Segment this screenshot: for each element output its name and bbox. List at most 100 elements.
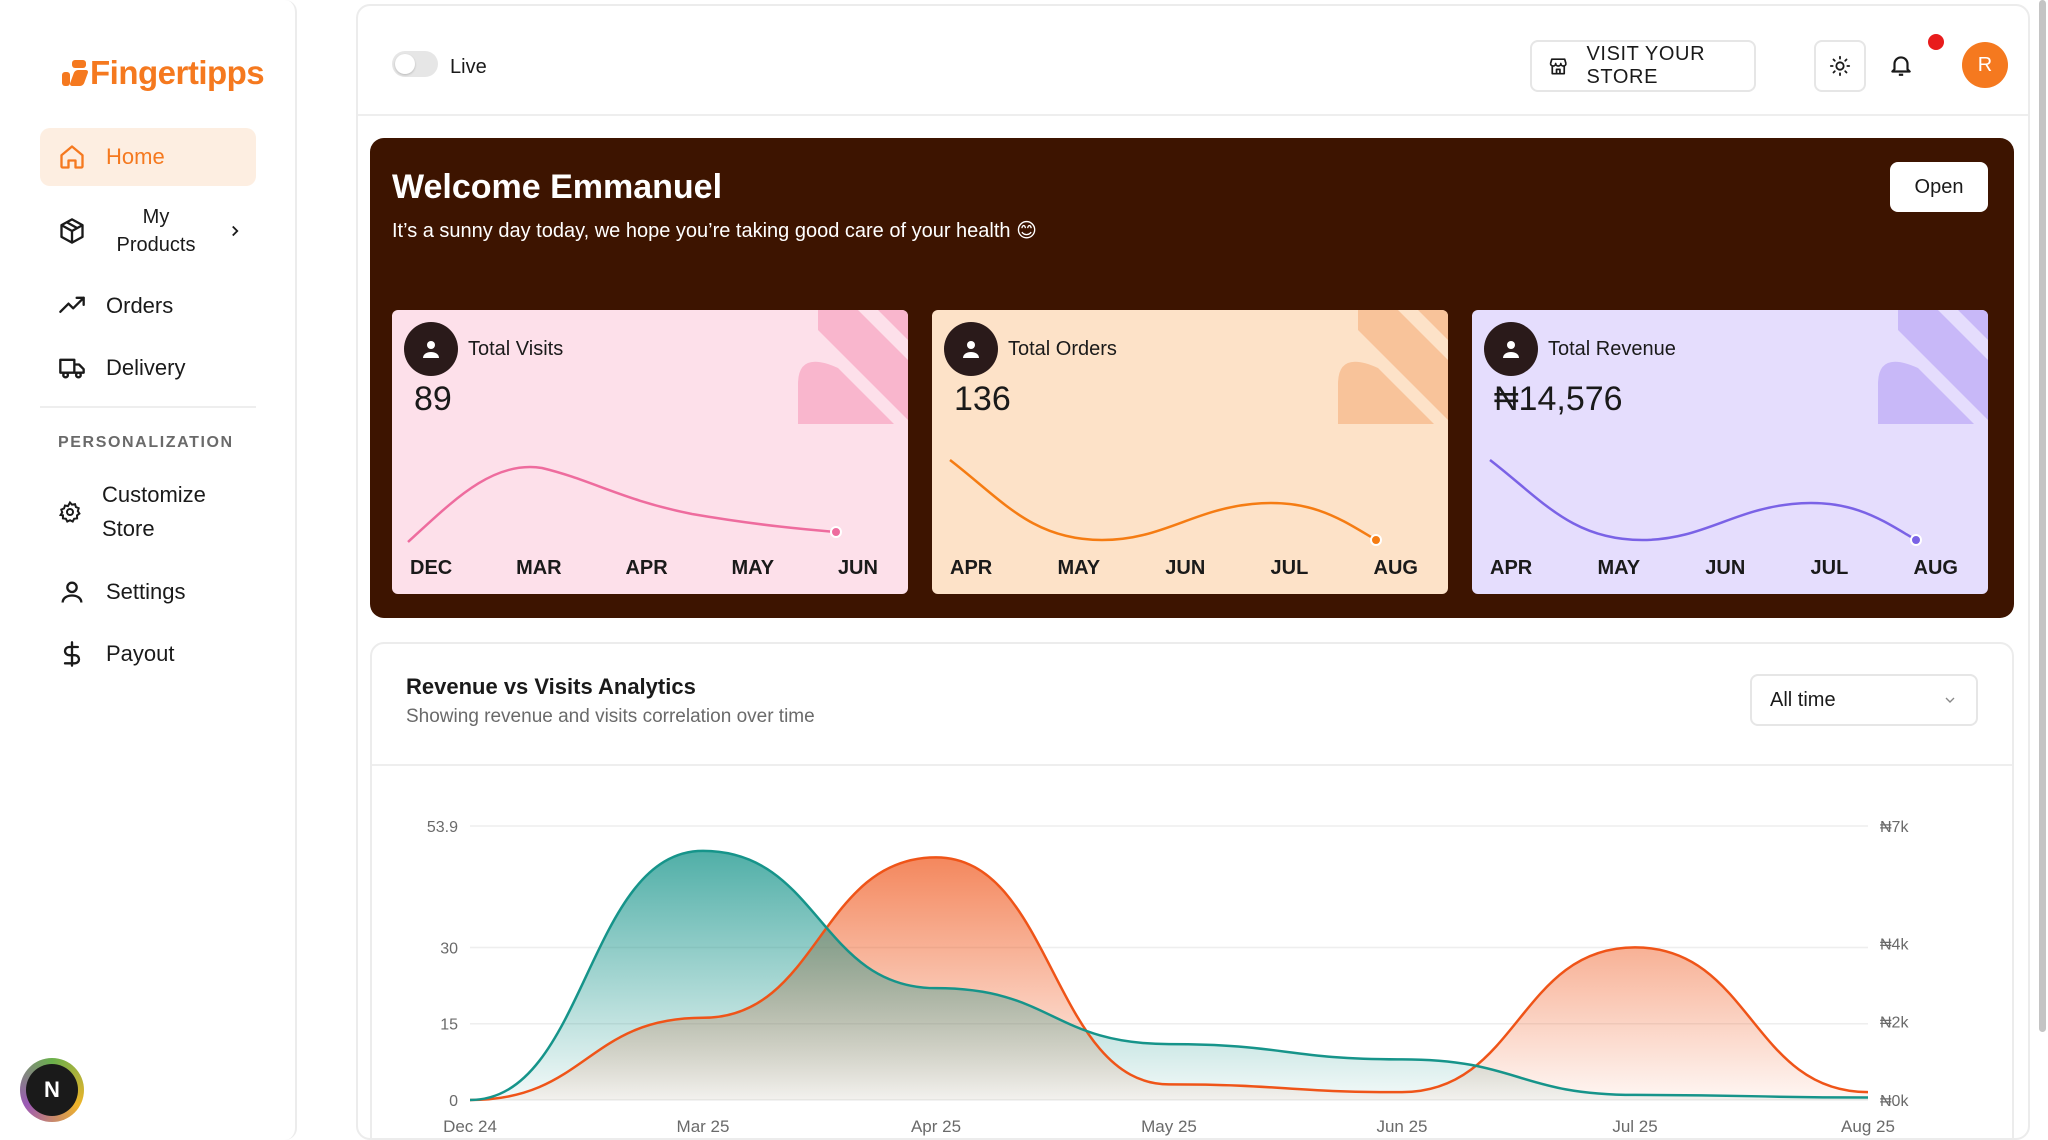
month-label: APR <box>625 557 668 579</box>
sidebar-item-home[interactable]: Home <box>40 128 256 186</box>
sun-icon <box>1829 55 1851 77</box>
sidebar-item-settings[interactable]: Settings <box>40 572 256 612</box>
dollar-icon <box>63 641 81 667</box>
user-icon <box>944 322 998 376</box>
chevron-down-icon <box>1945 697 1955 703</box>
visit-store-label: VISIT YOUR STORE <box>1586 43 1706 88</box>
month-label: AUG <box>1373 557 1418 579</box>
sidebar-section-label: PERSONALIZATION <box>58 434 234 451</box>
time-range-select[interactable]: All time <box>1750 674 1978 726</box>
x-axis-tick: Aug 25 <box>1841 1117 1895 1136</box>
right-axis-tick: ₦2k <box>1880 1015 1909 1032</box>
logo-text: Fingertipps <box>90 54 265 91</box>
avatar[interactable]: R <box>1962 42 2008 88</box>
stat-card-visits[interactable]: Total Visits 89 DEC MAR APR MAY JUN <box>392 310 908 594</box>
sparkline <box>1489 459 1922 546</box>
analytics-card: Revenue vs Visits Analytics Showing reve… <box>370 642 2014 1138</box>
scrollbar-thumb[interactable] <box>2039 0 2046 1032</box>
month-label: JUN <box>837 557 878 579</box>
live-label: Live <box>450 56 487 78</box>
sidebar: Fingertipps Home My Products Orders Deli… <box>0 0 297 1140</box>
page-scrollbar[interactable] <box>2036 0 2048 1140</box>
dev-badge-letter: N <box>26 1064 78 1116</box>
store-icon <box>1549 58 1567 75</box>
sidebar-item-orders[interactable]: Orders <box>40 286 256 326</box>
stat-card-revenue[interactable]: Total Revenue ₦14,576 APR MAY JUN JUL AU… <box>1472 310 1988 594</box>
x-axis-tick: May 25 <box>1141 1117 1197 1136</box>
right-axis-tick: ₦7k <box>1880 819 1909 836</box>
stat-months: APR MAY JUN JUL AUG <box>1490 557 1958 580</box>
analytics-title: Revenue vs Visits Analytics <box>406 674 696 699</box>
main-panel: Live VISIT YOUR STORE R Welcome Emmanuel… <box>356 4 2030 1140</box>
revenue-visits-chart: 53.9 30 15 0 ₦7k ₦4k ₦2k ₦0k Dec 24 Mar 25 Apr 25 M… <box>427 819 1910 1136</box>
sparkline <box>949 459 1382 546</box>
x-axis-tick: Jul 25 <box>1612 1117 1657 1136</box>
stat-label: Total Revenue <box>1548 338 1676 360</box>
card-decoration <box>1338 310 1448 424</box>
chevron-right-icon <box>232 225 239 237</box>
month-label: APR <box>950 557 993 579</box>
user-icon <box>61 581 83 603</box>
package-icon <box>60 218 84 244</box>
welcome-title: Welcome Emmanuel <box>392 168 723 206</box>
truck-icon <box>59 358 85 379</box>
stat-label: Total Orders <box>1008 338 1117 360</box>
left-axis-tick: 53.9 <box>427 819 458 836</box>
x-axis-tick: Apr 25 <box>911 1117 961 1136</box>
sidebar-divider <box>40 406 256 408</box>
month-label: DEC <box>410 557 453 579</box>
x-axis-tick: Mar 25 <box>677 1117 730 1136</box>
month-label: JUN <box>1705 557 1746 579</box>
home-icon <box>60 145 84 169</box>
user-icon <box>404 322 458 376</box>
app: Fingertipps Home My Products Orders Deli… <box>0 0 2048 1140</box>
card-decoration <box>1878 310 1988 424</box>
welcome-subtitle: It’s a sunny day today, we hope you’re t… <box>392 220 1037 242</box>
visit-store-button[interactable]: VISIT YOUR STORE <box>1530 40 1756 92</box>
sidebar-item-payout[interactable]: Payout <box>40 634 256 674</box>
right-axis-tick: ₦4k <box>1880 936 1909 953</box>
bell-icon[interactable] <box>1888 52 1914 78</box>
gear-icon <box>58 500 81 523</box>
logo[interactable]: Fingertipps <box>62 54 265 92</box>
sidebar-item-customize-store[interactable]: Customize Store <box>40 478 256 546</box>
stat-value: 136 <box>954 380 1011 418</box>
sidebar-item-label: Settings <box>106 579 186 604</box>
month-label: MAY <box>1597 557 1641 579</box>
stat-value: 89 <box>414 380 452 418</box>
card-decoration <box>798 310 908 424</box>
sidebar-item-label: Customize Store <box>102 482 206 541</box>
topbar: Live VISIT YOUR STORE R <box>358 6 2028 116</box>
sidebar-item-delivery[interactable]: Delivery <box>40 348 256 388</box>
notification-dot <box>1928 34 1944 50</box>
sidebar-item-label: Home <box>106 144 165 169</box>
stat-card-orders[interactable]: Total Orders 136 APR MAY JUN JUL AUG <box>932 310 1448 594</box>
welcome-banner: Welcome Emmanuel It’s a sunny day today,… <box>370 138 2014 618</box>
left-axis-tick: 15 <box>440 1017 458 1034</box>
month-label: AUG <box>1913 557 1958 579</box>
sidebar-item-label: My Products <box>116 206 196 256</box>
month-label: JUN <box>1165 557 1206 579</box>
open-button[interactable]: Open <box>1890 162 1988 212</box>
month-label: JUL <box>1270 557 1309 579</box>
sparkline <box>407 465 842 543</box>
time-range-value: All time <box>1770 688 1836 711</box>
sidebar-item-label: Orders <box>106 293 174 318</box>
dev-badge[interactable]: N <box>20 1058 84 1122</box>
live-toggle[interactable] <box>392 51 438 77</box>
logo-mark-icon <box>62 60 89 86</box>
stat-months: APR MAY JUN JUL AUG <box>950 557 1418 580</box>
month-label: APR <box>1490 557 1533 579</box>
x-axis-tick: Jun 25 <box>1376 1117 1427 1136</box>
x-axis-tick: Dec 24 <box>443 1117 497 1136</box>
stat-label: Total Visits <box>468 338 564 360</box>
month-label: MAY <box>1057 557 1101 579</box>
left-axis-tick: 0 <box>449 1093 458 1110</box>
sidebar-item-label: Delivery <box>106 355 186 380</box>
month-label: MAR <box>516 557 562 579</box>
theme-toggle-button[interactable] <box>1814 40 1866 92</box>
analytics-subtitle: Showing revenue and visits correlation o… <box>406 706 815 727</box>
sidebar-item-label: Payout <box>106 641 175 666</box>
left-axis-tick: 30 <box>440 940 458 957</box>
sidebar-item-my-products[interactable]: My Products <box>40 202 256 260</box>
